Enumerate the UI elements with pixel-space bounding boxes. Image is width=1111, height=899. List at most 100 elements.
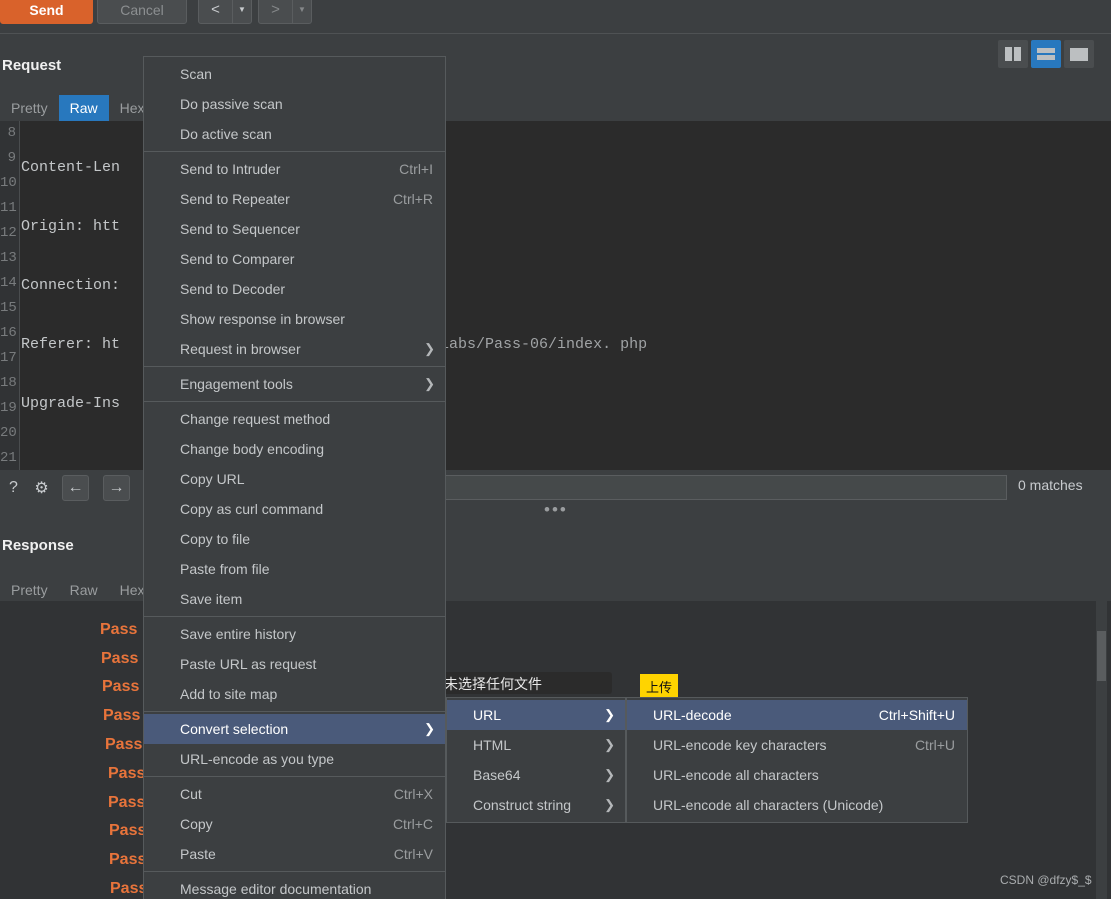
menu-item-request-in-browser[interactable]: Request in browser ❯ — [144, 334, 445, 364]
history-forward-icon[interactable]: > — [259, 0, 292, 23]
chevron-right-icon: ❯ — [424, 341, 435, 356]
stacked-layout-button[interactable] — [1031, 40, 1061, 68]
line-number: 12 — [0, 225, 17, 241]
menu-item-convert-selection[interactable]: Convert selection ❯ — [144, 714, 445, 744]
list-item[interactable]: Pass — [108, 765, 145, 783]
menu-item-message-editor-documentation[interactable]: Message editor documentation — [144, 874, 445, 899]
menu-item-label: HTML — [473, 737, 512, 753]
history-back-chevron-down-icon[interactable]: ▼ — [232, 0, 251, 23]
menu-item-label: Scan — [180, 66, 212, 82]
menu-item-send-to-comparer[interactable]: Send to Comparer — [144, 244, 445, 274]
menu-item-engagement-tools[interactable]: Engagement tools ❯ — [144, 369, 445, 399]
line-number: 10 — [0, 175, 17, 191]
send-button[interactable]: Send — [0, 0, 93, 24]
menu-item-label: Send to Decoder — [180, 281, 286, 297]
list-item[interactable]: Pass — [109, 851, 146, 869]
menu-item-label: Do passive scan — [180, 96, 283, 112]
menu-item-add-to-site-map[interactable]: Add to site map — [144, 679, 445, 709]
menu-item-url-encode-as-you-type[interactable]: URL-encode as you type — [144, 744, 445, 774]
history-back-icon[interactable]: < — [199, 0, 232, 23]
menu-item-accelerator: Ctrl+Shift+U — [878, 707, 955, 723]
menu-item-do-passive-scan[interactable]: Do passive scan — [144, 89, 445, 119]
menu-item-label: Do active scan — [180, 126, 272, 142]
menu-item-accelerator: Ctrl+C — [392, 816, 433, 832]
line-number: 9 — [7, 150, 16, 166]
convert-selection-submenu: URL ❯ HTML ❯ Base64 ❯ Construct string ❯ — [446, 697, 626, 823]
submenu-item-construct-string[interactable]: Construct string ❯ — [447, 790, 625, 820]
gear-icon[interactable]: ⚙ — [28, 475, 55, 501]
menu-item-copy-url[interactable]: Copy URL — [144, 464, 445, 494]
menu-item-copy-as-curl-command[interactable]: Copy as curl command — [144, 494, 445, 524]
menu-item-do-active-scan[interactable]: Do active scan — [144, 119, 445, 149]
menu-item-label: Copy to file — [180, 531, 251, 547]
submenu-item-url[interactable]: URL ❯ — [447, 700, 625, 730]
menu-item-label: Copy as curl command — [180, 501, 324, 517]
chevron-right-icon: ❯ — [424, 721, 435, 736]
line-number: 18 — [0, 375, 17, 391]
menu-separator — [144, 401, 445, 402]
cancel-button[interactable]: Cancel — [97, 0, 187, 24]
side-by-side-layout-button[interactable] — [998, 40, 1028, 68]
menu-item-send-to-decoder[interactable]: Send to Decoder — [144, 274, 445, 304]
help-icon[interactable]: ? — [0, 475, 27, 501]
submenu-item-url-encode-all-characters-unicode[interactable]: URL-encode all characters (Unicode) — [627, 790, 967, 820]
file-input-field[interactable]: 未选择任何文件 — [440, 672, 612, 694]
list-item[interactable]: Pass — [108, 794, 145, 812]
submenu-item-html[interactable]: HTML ❯ — [447, 730, 625, 760]
menu-item-scan[interactable]: Scan — [144, 59, 445, 89]
menu-item-save-item[interactable]: Save item — [144, 584, 445, 614]
layout-mode-group — [998, 40, 1094, 68]
menu-item-send-to-repeater[interactable]: Send to Repeater Ctrl+R — [144, 184, 445, 214]
search-match-count: 0 matches — [1018, 477, 1083, 493]
list-item[interactable]: Pass — [110, 880, 147, 898]
upload-submit-button[interactable]: 上传 — [640, 674, 678, 698]
request-tab-pretty[interactable]: Pretty — [0, 95, 59, 121]
menu-item-paste[interactable]: Paste Ctrl+V — [144, 839, 445, 869]
submenu-item-url-encode-all-characters[interactable]: URL-encode all characters — [627, 760, 967, 790]
menu-item-copy[interactable]: Copy Ctrl+C — [144, 809, 445, 839]
submenu-item-url-encode-key-characters[interactable]: URL-encode key characters Ctrl+U — [627, 730, 967, 760]
menu-item-show-response-in-browser[interactable]: Show response in browser — [144, 304, 445, 334]
menu-item-change-body-encoding[interactable]: Change body encoding — [144, 434, 445, 464]
search-prev-arrow-icon[interactable]: ← — [62, 475, 89, 501]
menu-separator — [144, 711, 445, 712]
search-next-arrow-icon[interactable]: → — [103, 475, 130, 501]
submenu-item-base64[interactable]: Base64 ❯ — [447, 760, 625, 790]
line-number: 15 — [0, 300, 17, 316]
code-line-referer-head: Referer: ht — [21, 336, 121, 353]
line-number: 11 — [0, 200, 17, 216]
history-forward-group[interactable]: > ▼ — [258, 0, 312, 24]
menu-item-label: Request in browser — [180, 341, 301, 357]
history-back-group[interactable]: < ▼ — [198, 0, 252, 24]
request-view-tabs: Pretty Raw Hex — [0, 95, 156, 121]
submenu-item-url-decode[interactable]: URL-decode Ctrl+Shift+U — [627, 700, 967, 730]
history-forward-chevron-down-icon[interactable]: ▼ — [292, 0, 311, 23]
list-item[interactable]: Pass — [105, 736, 142, 754]
chevron-right-icon: ❯ — [604, 767, 615, 782]
list-item[interactable]: Pass — [101, 650, 138, 668]
menu-item-label: Send to Repeater — [180, 191, 290, 207]
menu-item-paste-from-file[interactable]: Paste from file — [144, 554, 445, 584]
request-tab-raw[interactable]: Raw — [58, 95, 109, 121]
response-tab-pretty[interactable]: Pretty — [0, 577, 59, 603]
menu-item-send-to-intruder[interactable]: Send to Intruder Ctrl+I — [144, 154, 445, 184]
list-item[interactable]: Pass — [100, 621, 137, 639]
menu-item-cut[interactable]: Cut Ctrl+X — [144, 779, 445, 809]
menu-item-save-entire-history[interactable]: Save entire history — [144, 619, 445, 649]
menu-item-copy-to-file[interactable]: Copy to file — [144, 524, 445, 554]
single-pane-layout-button[interactable] — [1064, 40, 1094, 68]
toolbar-divider — [0, 33, 1111, 34]
menu-item-label: Paste from file — [180, 561, 270, 577]
list-item[interactable]: Pass — [109, 822, 146, 840]
list-item[interactable]: Pass — [103, 707, 140, 725]
overflow-dots-icon[interactable]: ••• — [544, 500, 568, 520]
menu-item-paste-url-as-request[interactable]: Paste URL as request — [144, 649, 445, 679]
menu-item-change-request-method[interactable]: Change request method — [144, 404, 445, 434]
menu-item-send-to-sequencer[interactable]: Send to Sequencer — [144, 214, 445, 244]
response-vertical-scrollbar[interactable] — [1096, 601, 1107, 899]
menu-separator — [144, 366, 445, 367]
repeater-toolbar: Send Cancel < ▼ > ▼ — [0, 0, 1111, 34]
response-tab-raw[interactable]: Raw — [59, 577, 109, 603]
menu-item-accelerator: Ctrl+V — [393, 846, 433, 862]
list-item[interactable]: Pass — [102, 678, 139, 696]
